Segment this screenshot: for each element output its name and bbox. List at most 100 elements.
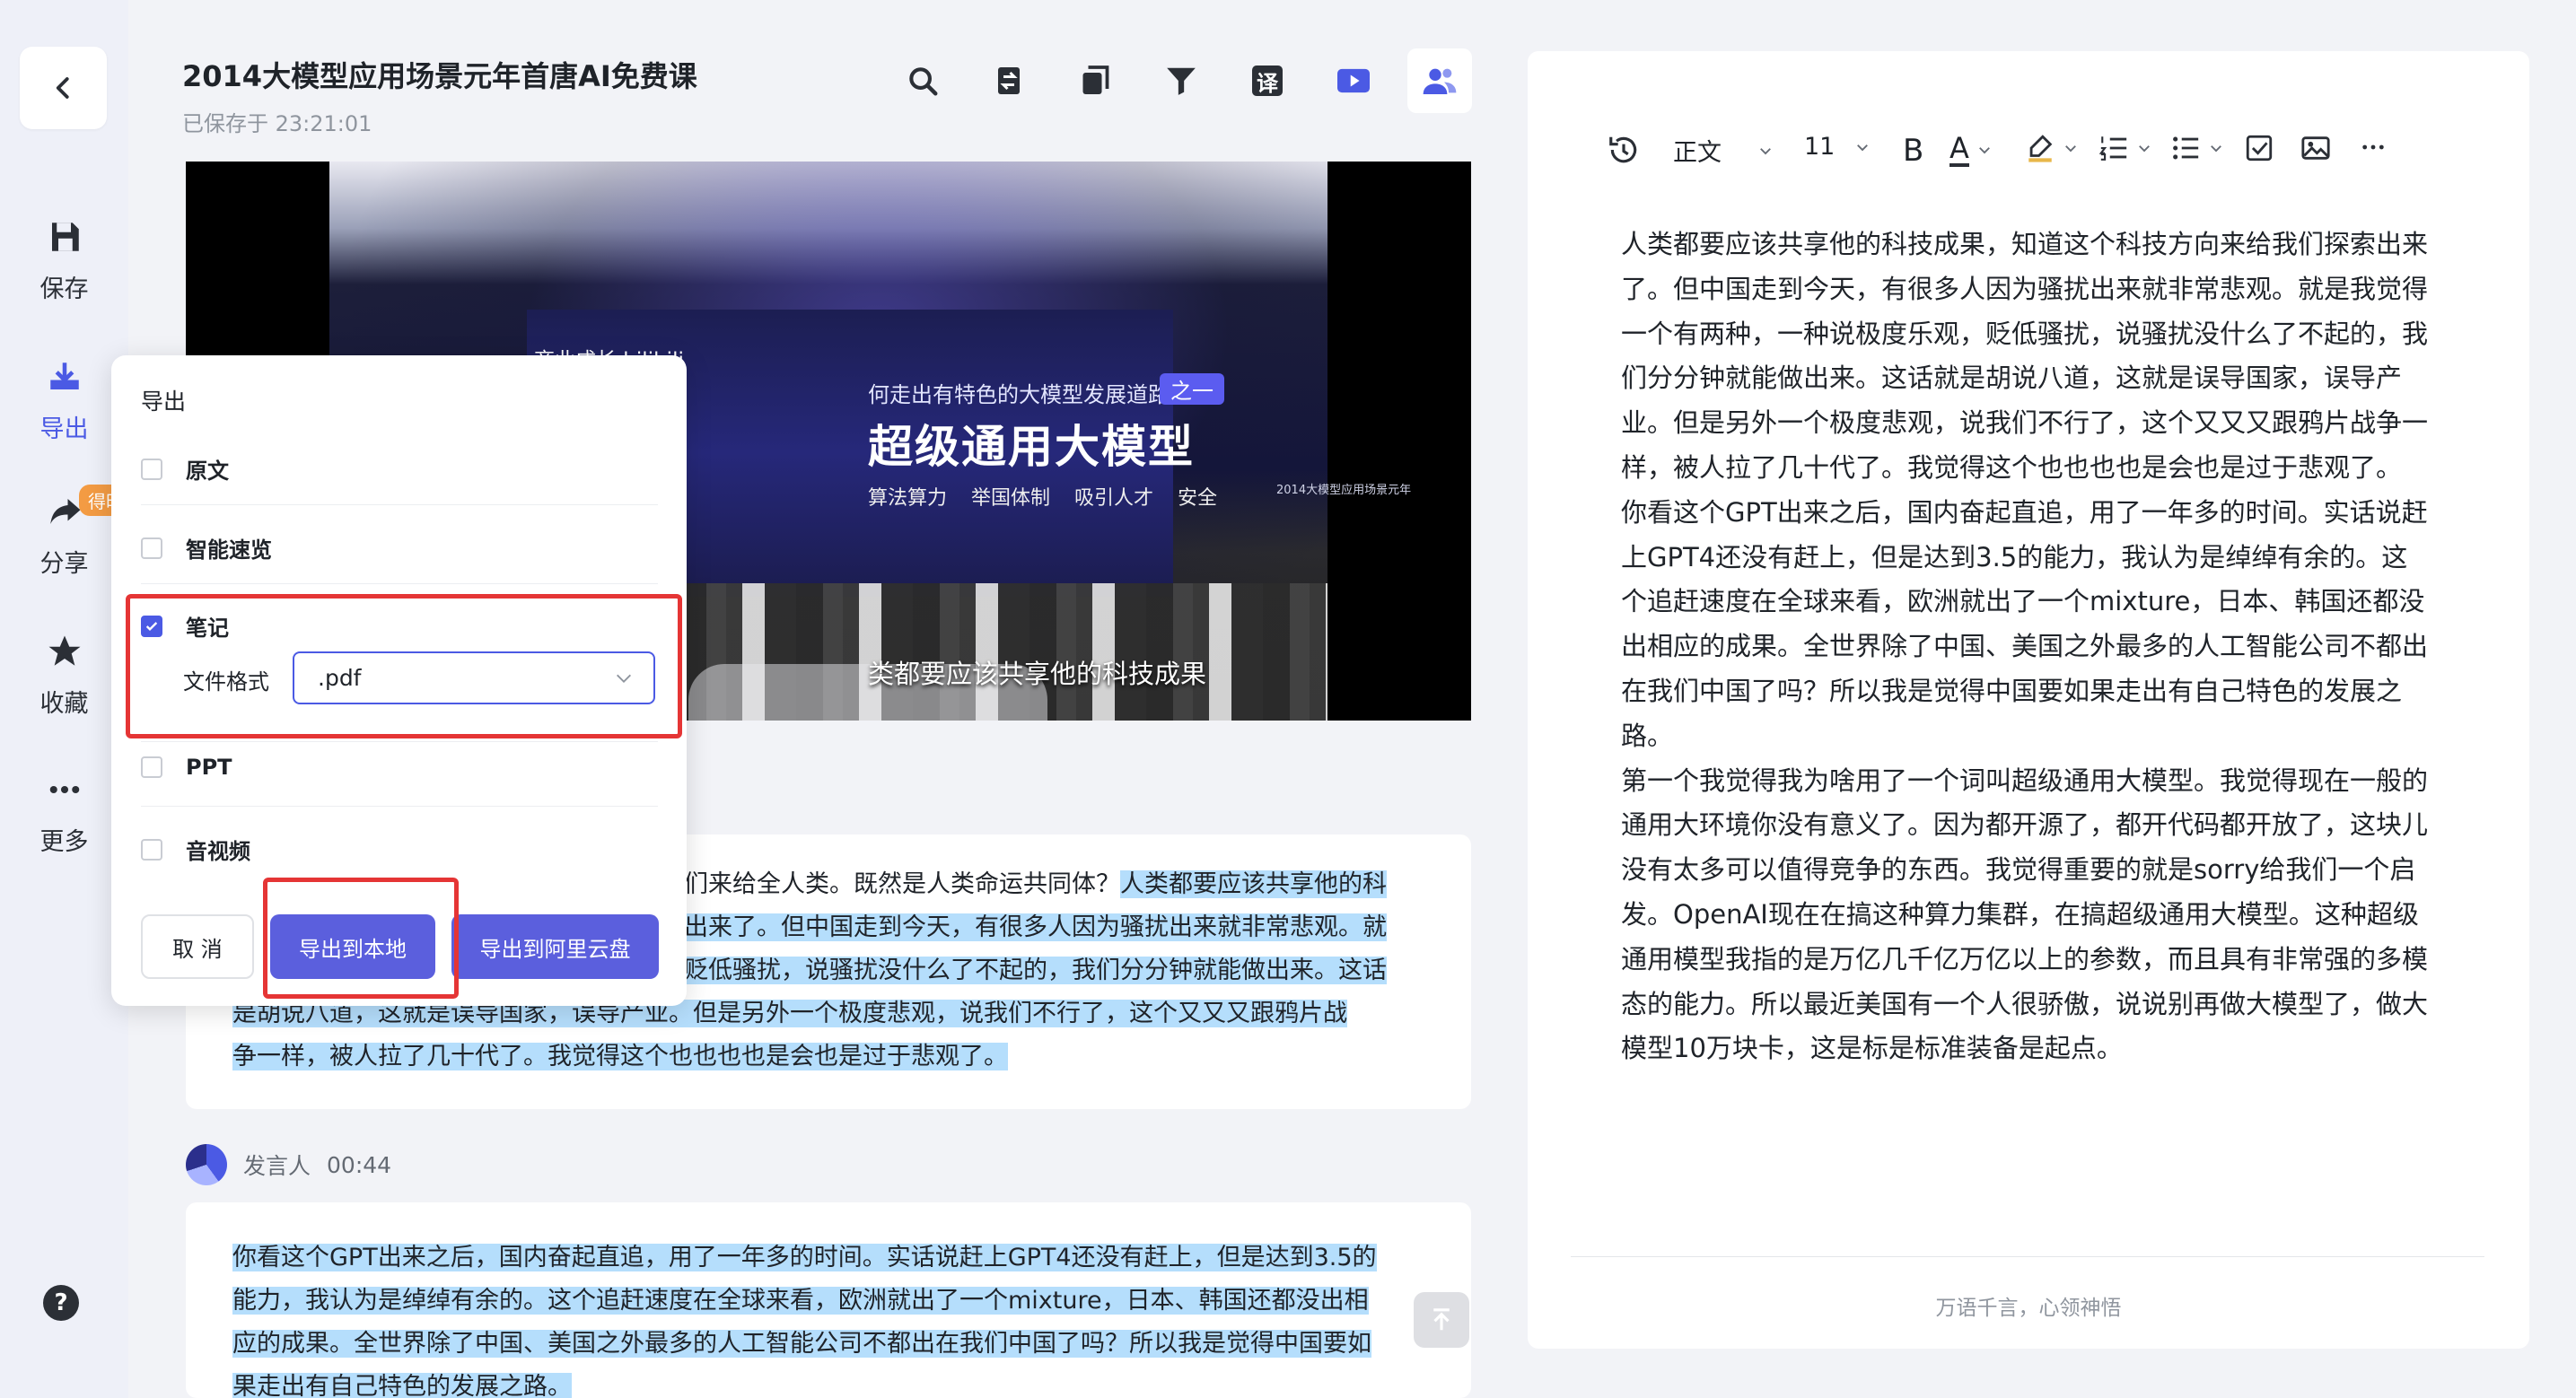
favorite-button[interactable]: 收藏 bbox=[0, 630, 128, 719]
ordered-list-icon bbox=[2098, 136, 2127, 161]
para1-plain: 们来给全人类。既然是人类命运共同体？ bbox=[684, 870, 1120, 898]
copy-icon[interactable] bbox=[1072, 57, 1118, 104]
divider bbox=[141, 741, 658, 742]
para2-hl3: 应的成果。全世界除了中国、美国之外最多的人工智能公司不都出在我们中国了吗？所以我… bbox=[232, 1330, 1371, 1358]
chevron-down-icon bbox=[1857, 144, 1869, 151]
scroll-top-button[interactable] bbox=[1414, 1292, 1469, 1348]
search-icon[interactable] bbox=[899, 57, 946, 104]
cancel-button[interactable]: 取 消 bbox=[141, 914, 254, 979]
more-button[interactable]: 更多 bbox=[0, 768, 128, 857]
style-value: 正文 bbox=[1673, 139, 1722, 167]
divider bbox=[141, 806, 658, 807]
checkbox[interactable] bbox=[141, 458, 162, 480]
share-label: 分享 bbox=[39, 550, 89, 578]
editor-paragraph: 你看这个GPT出来之后，国内奋起直追，用了一年多的时间。实话说赶上GPT4还没有… bbox=[1621, 496, 2429, 751]
para1-hl3: 贬低骚扰，说骚扰没什么了不起的，我们分分钟就能做出来。这话 bbox=[684, 957, 1387, 984]
editor-content[interactable]: 人类都要应该共享他的科技成果，知道这个科技方向来给我们探索出来了。但中国走到今天… bbox=[1621, 223, 2429, 1071]
option-smart-overview[interactable]: 智能速览 bbox=[141, 532, 272, 564]
para2-hl1: 你看这个GPT出来之后，国内奋起直追，用了一年多的时间。实话说赶上GPT4还没有… bbox=[232, 1244, 1377, 1271]
option-original[interactable]: 原文 bbox=[141, 453, 229, 485]
speaker-row[interactable]: 发言人 00:44 bbox=[186, 1144, 391, 1185]
save-label: 保存 bbox=[39, 275, 89, 303]
option-label: 原文 bbox=[186, 459, 229, 484]
para2-hl2: 能力，我认为是绰绰有余的。这个追赶速度在全球来看，欧洲就出了一个mixture，… bbox=[232, 1287, 1369, 1315]
saved-status: 已保存于 23:21:01 bbox=[182, 111, 372, 136]
editor-footer-divider bbox=[1571, 1256, 2484, 1257]
translate-glyph: 译 bbox=[1252, 66, 1283, 96]
divider bbox=[141, 504, 658, 505]
chevron-down-icon bbox=[1978, 147, 1990, 154]
para1-hl2: 出来了。但中国走到今天，有很多人因为骚扰出来就非常悲观。就 bbox=[684, 913, 1387, 941]
slide-title: 超级通用大模型 bbox=[868, 421, 1195, 473]
favorite-label: 收藏 bbox=[39, 690, 89, 718]
style-select[interactable]: 正文 bbox=[1673, 133, 1774, 168]
para2-line4: 果走出有自己特色的发展之路。 bbox=[232, 1366, 572, 1398]
para2-hl4: 果走出有自己特色的发展之路。 bbox=[232, 1373, 572, 1398]
para1-hl5: 争一样，被人拉了几十代了。我觉得这个也也也也是会也是过于悲观了。 bbox=[232, 1043, 1008, 1070]
bold-button[interactable]: B bbox=[1903, 133, 1923, 169]
checkbox[interactable] bbox=[141, 838, 162, 861]
para1-line3: 贬低骚扰，说骚扰没什么了不起的，我们分分钟就能做出来。这话 bbox=[684, 949, 1387, 992]
export-icon bbox=[43, 355, 86, 398]
more-label: 更多 bbox=[39, 828, 89, 856]
history-icon[interactable] bbox=[1607, 133, 1641, 167]
save-icon bbox=[43, 215, 86, 258]
option-label: 智能速览 bbox=[186, 537, 272, 563]
para2-line2: 能力，我认为是绰绰有余的。这个追赶速度在全球来看，欧洲就出了一个mixture，… bbox=[232, 1280, 1369, 1323]
option-label: PPT bbox=[186, 755, 232, 780]
slide-line1: 何走出有特色的大模型发展道路 bbox=[868, 382, 1170, 407]
chevron-down-icon bbox=[2139, 145, 2150, 153]
ordered-list-button[interactable] bbox=[2098, 133, 2152, 163]
image-tool[interactable] bbox=[2300, 133, 2332, 163]
option-ppt[interactable]: PPT bbox=[141, 755, 232, 780]
para1-line2: 出来了。但中国走到今天，有很多人因为骚扰出来就非常悲观。就 bbox=[684, 906, 1387, 949]
video-icon[interactable] bbox=[1330, 57, 1377, 104]
speaker-avatar bbox=[186, 1144, 227, 1185]
chevron-left-icon bbox=[56, 77, 69, 99]
option-label: 音视频 bbox=[186, 839, 250, 864]
checkbox-icon bbox=[2246, 135, 2273, 162]
divider bbox=[141, 583, 658, 584]
para1-hl1: 人类都要应该共享他的科 bbox=[1120, 870, 1387, 898]
export-label: 导出 bbox=[39, 415, 89, 443]
export-cloud-button[interactable]: 导出到阿里云盘 bbox=[451, 914, 659, 979]
more-tools-icon[interactable] bbox=[2359, 133, 2388, 162]
highlight-button[interactable] bbox=[2025, 133, 2079, 163]
slide-badge: 之一 bbox=[1160, 373, 1224, 405]
bullet-list-button[interactable] bbox=[2170, 133, 2224, 163]
translate-icon[interactable]: 译 bbox=[1244, 57, 1291, 104]
image-icon bbox=[2301, 136, 2330, 160]
video-caption: 类都要应该共享他的科技成果 bbox=[868, 659, 1207, 689]
checkbox[interactable] bbox=[141, 756, 162, 778]
font-color-glyph: A bbox=[1950, 131, 1969, 167]
option-audio-video[interactable]: 音视频 bbox=[141, 834, 250, 865]
annotation-box-export-local bbox=[263, 878, 459, 999]
filter-icon[interactable] bbox=[1158, 57, 1205, 104]
chevron-down-icon bbox=[2065, 145, 2076, 153]
annotation-box-notes bbox=[126, 594, 682, 738]
arrow-up-icon bbox=[1433, 1308, 1450, 1331]
export-button[interactable]: 导出 bbox=[0, 355, 128, 444]
font-color-button[interactable]: A bbox=[1950, 133, 1993, 167]
highlighter-icon bbox=[2028, 135, 2053, 162]
chevron-down-icon bbox=[2211, 145, 2221, 153]
speakers-icon[interactable] bbox=[1407, 48, 1472, 113]
help-icon[interactable]: ? bbox=[43, 1285, 79, 1321]
slide-corner-text: 2014大模型应用场景元年 bbox=[1276, 484, 1412, 497]
save-button[interactable]: 保存 bbox=[0, 215, 128, 304]
page-title: 2014大模型应用场景元年首唐AI免费课 bbox=[182, 59, 697, 93]
checkbox-tool[interactable] bbox=[2244, 133, 2274, 163]
speaker-time[interactable]: 00:44 bbox=[327, 1152, 391, 1178]
back-button[interactable] bbox=[20, 47, 107, 129]
speaker-name: 发言人 bbox=[243, 1153, 311, 1179]
checkbox[interactable] bbox=[141, 537, 162, 559]
font-size-select[interactable]: 11 bbox=[1804, 133, 1871, 161]
slide-points: 算法算力 举国体制 吸引人才 安全 bbox=[868, 487, 1217, 510]
para2-line3: 应的成果。全世界除了中国、美国之外最多的人工智能公司不都出在我们中国了吗？所以我… bbox=[232, 1323, 1371, 1366]
dialog-title: 导出 bbox=[141, 389, 187, 415]
more-icon bbox=[43, 768, 86, 811]
font-size-value: 11 bbox=[1804, 133, 1836, 161]
editor-paragraph: 人类都要应该共享他的科技成果，知道这个科技方向来给我们探索出来了。但中国走到今天… bbox=[1621, 229, 2429, 483]
para2-line1: 你看这个GPT出来之后，国内奋起直追，用了一年多的时间。实话说赶上GPT4还没有… bbox=[232, 1236, 1377, 1280]
swap-icon[interactable] bbox=[986, 57, 1032, 104]
